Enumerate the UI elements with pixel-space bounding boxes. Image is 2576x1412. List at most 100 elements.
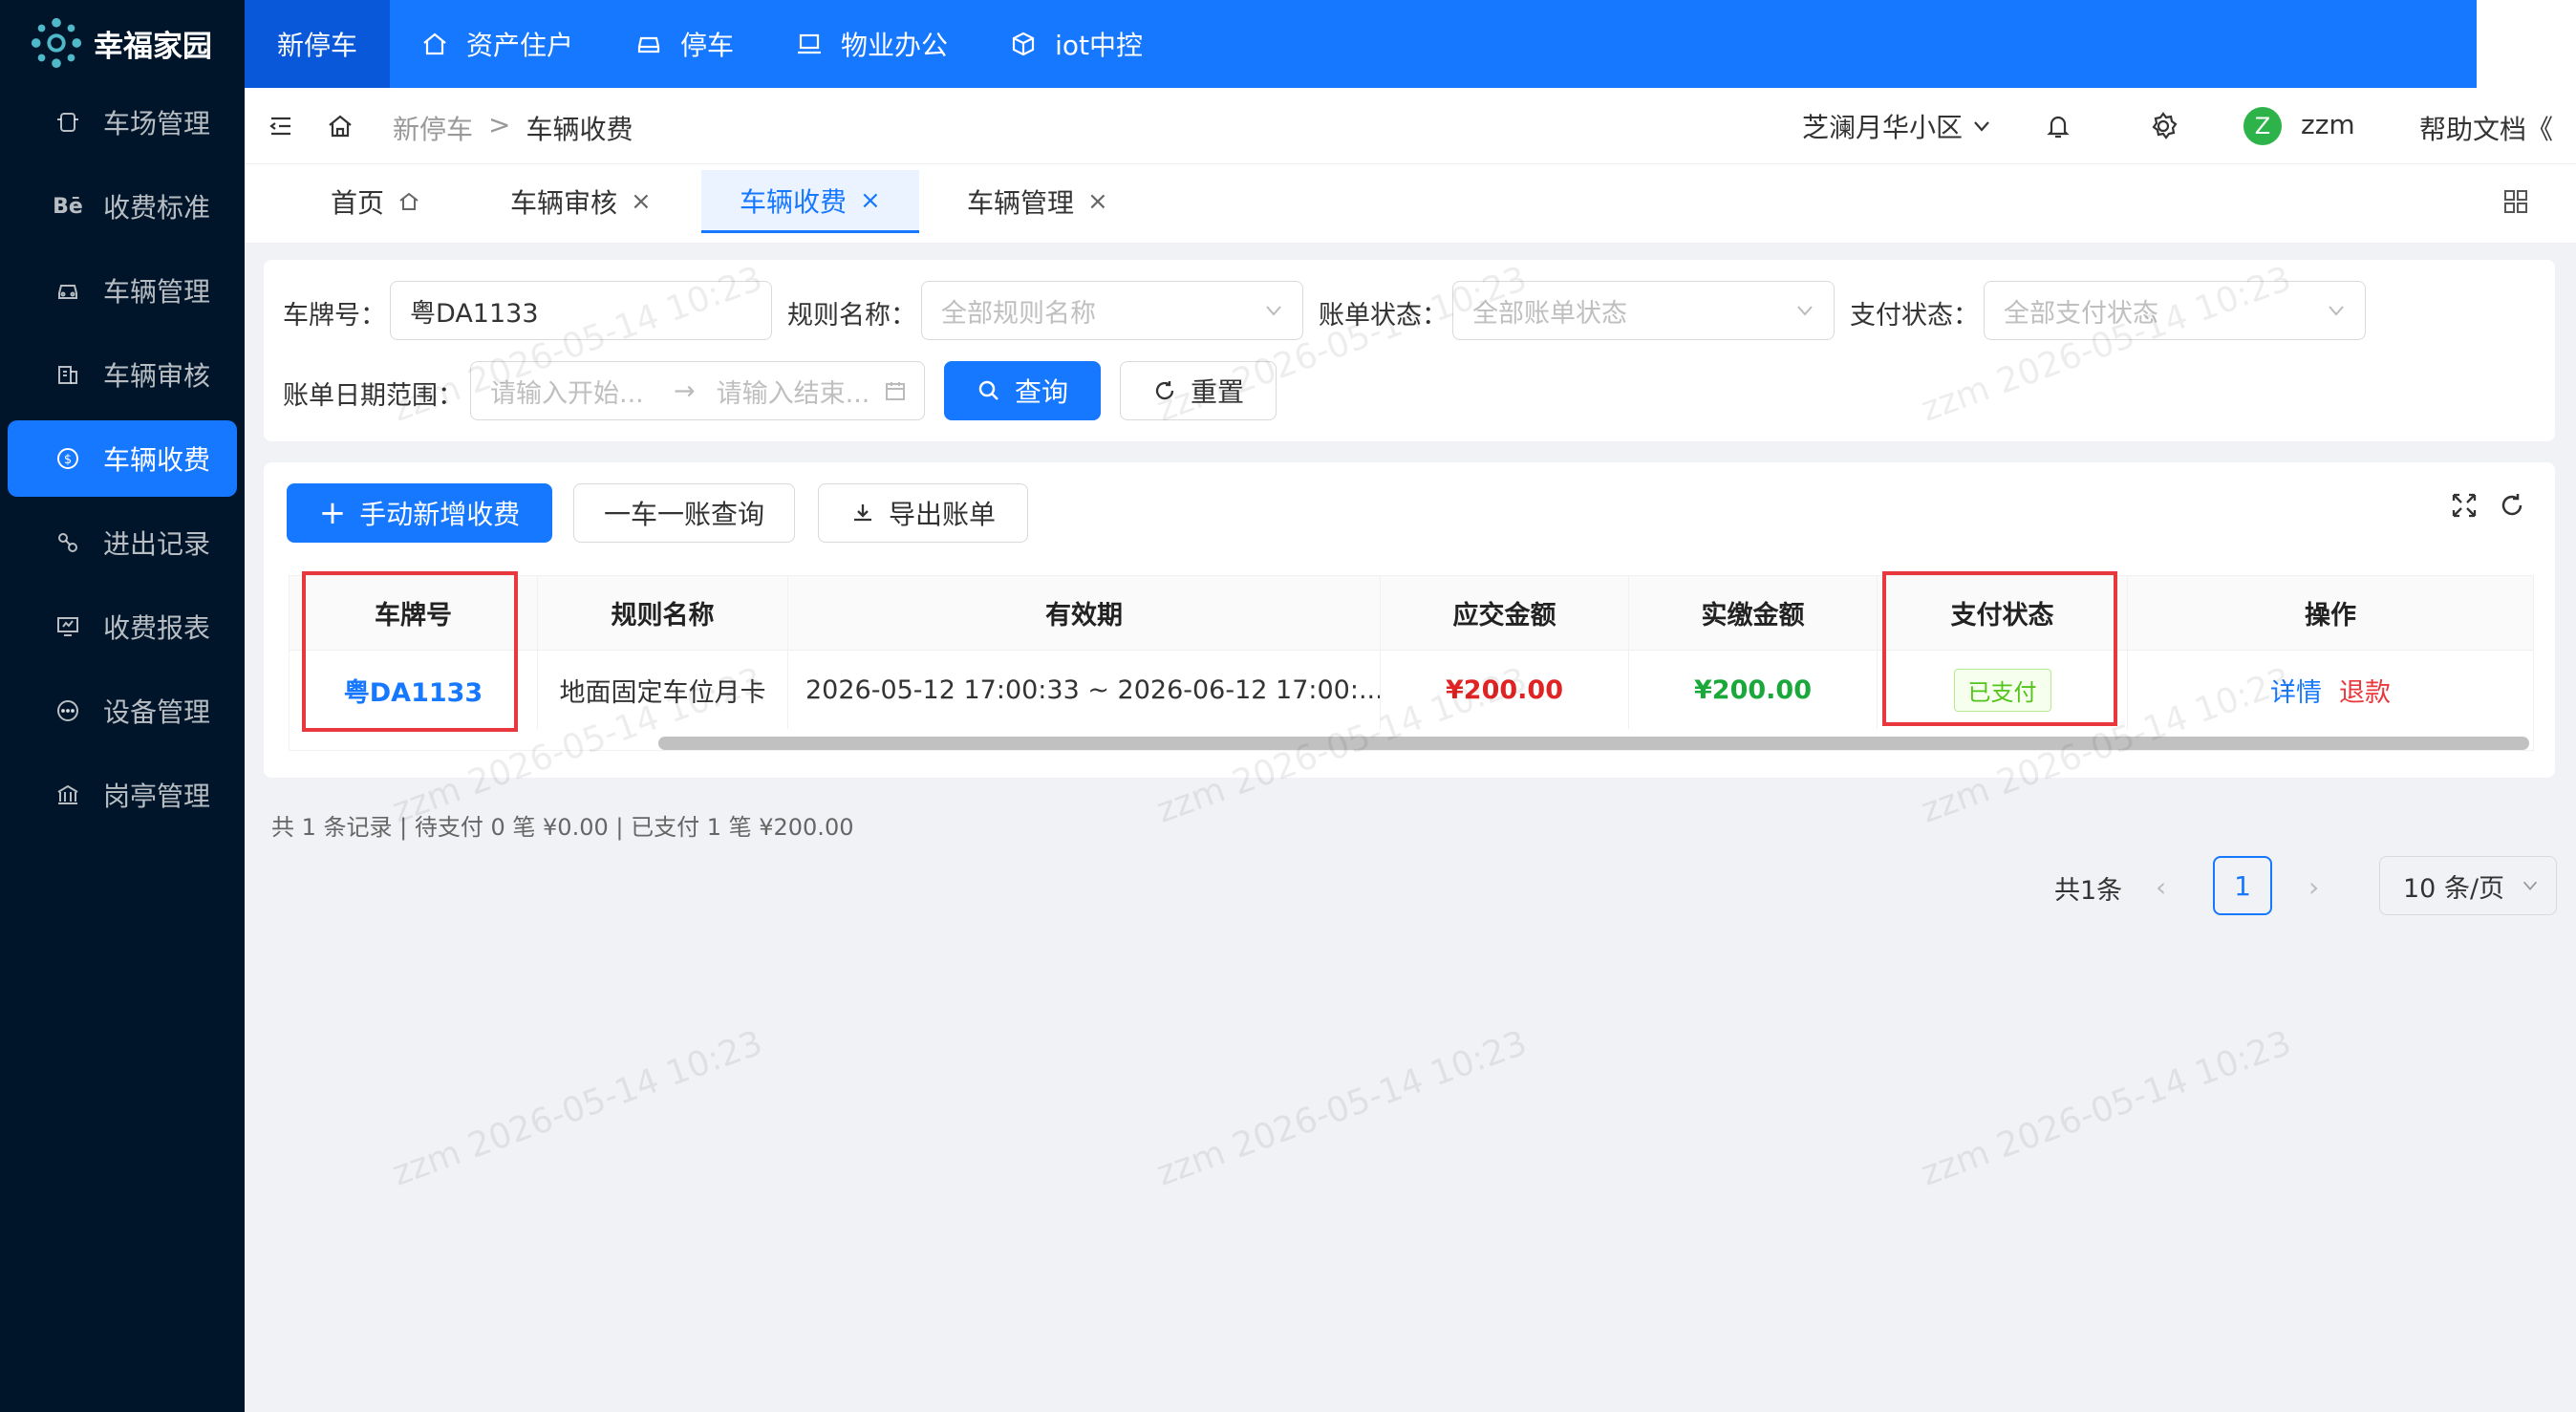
refresh-icon[interactable] [2498, 491, 2526, 524]
reload-icon [1155, 381, 1174, 400]
search-icon [978, 380, 998, 400]
device-icon [54, 696, 82, 725]
topnav-iot-control[interactable]: iot中控 [978, 0, 1173, 88]
col-header-period: 有效期 [788, 576, 1381, 651]
breadcrumb-parent[interactable]: 新停车 [393, 109, 473, 147]
app-logo: 幸福家园 [0, 0, 245, 86]
watermark: zzm 2026-05-14 10:23 [1916, 1023, 2297, 1194]
plate-input[interactable]: 粤DA1133 [390, 281, 772, 340]
date-range-picker[interactable]: 请输入开始... → 请输入结束... [470, 361, 925, 420]
date-start-input[interactable]: 请输入开始... [490, 373, 653, 410]
cell-paid-amount: ¥200.00 [1629, 651, 1878, 729]
plus-icon: + [318, 494, 347, 532]
fullscreen-icon[interactable] [2450, 491, 2479, 524]
export-bills-button[interactable]: 导出账单 [818, 483, 1028, 543]
sidebar-item-parking-lot[interactable]: 车场管理 [8, 84, 237, 160]
download-icon [853, 504, 871, 522]
sidebar-item-fee-report[interactable]: 收费报表 [8, 588, 237, 665]
filter-card: 车牌号： 粤DA1133 规则名称： 全部规则名称 账单状态： 全部账单状态 支… [264, 260, 2555, 441]
refund-link[interactable]: 退款 [2339, 672, 2391, 709]
app-title: 幸福家园 [94, 29, 212, 64]
help-docs-link[interactable]: 帮助文档《 [2419, 109, 2553, 147]
gear-icon[interactable] [2146, 109, 2180, 143]
pagination-total: 共1条 [2054, 876, 2123, 906]
tab-vehicle-audit[interactable]: 车辆审核 × [510, 170, 652, 233]
chevron-down-icon [1974, 121, 1989, 132]
logo-icon [31, 17, 82, 69]
cell-period: 2026-05-12 17:00:33 ~ 2026-06-12 17:00:.… [788, 651, 1381, 729]
tab-vehicle-billing[interactable]: 车辆收费 × [701, 170, 919, 233]
bell-icon[interactable] [2041, 109, 2075, 143]
col-header-paid: 实缴金额 [1629, 576, 1878, 651]
close-icon[interactable]: × [860, 186, 881, 215]
page-size-select[interactable]: 10 条/页 [2379, 856, 2557, 915]
topnav-parking[interactable]: 停车 [604, 0, 764, 88]
col-header-actions: 操作 [2128, 576, 2533, 651]
tab-vehicle-management[interactable]: 车辆管理 × [967, 170, 1108, 233]
avatar[interactable]: Z [2243, 107, 2282, 145]
sidebar-item-vehicle-management[interactable]: 车辆管理 [8, 252, 237, 329]
top-right-blank [2477, 0, 2576, 88]
query-button[interactable]: 查询 [944, 361, 1101, 420]
chevron-down-icon [2329, 306, 2344, 316]
community-selector[interactable]: 芝澜月华小区 [1802, 107, 1993, 145]
rule-select[interactable]: 全部规则名称 [921, 281, 1303, 340]
sidebar-item-access-records[interactable]: 进出记录 [8, 504, 237, 581]
chevron-down-icon [2522, 881, 2538, 891]
tab-bar: 首页 车辆审核 × 车辆收费 × 车辆管理 × [245, 164, 2576, 243]
username[interactable]: zzm [2301, 109, 2355, 140]
menu-fold-icon[interactable] [264, 109, 298, 143]
home-icon [423, 32, 446, 55]
add-fee-button[interactable]: + 手动新增收费 [287, 483, 552, 543]
bill-status-label: 账单状态： [1319, 301, 1448, 331]
sidebar-item-vehicle-billing[interactable]: $ 车辆收费 [8, 420, 237, 497]
sidebar: 幸福家园 车场管理 Bē 收费标准 车辆管理 车辆审核 $ 车辆收费 进出记录 … [0, 0, 245, 1412]
date-end-input[interactable]: 请输入结束... [717, 373, 879, 410]
svg-text:$: $ [64, 453, 72, 467]
dollar-circle-icon: $ [54, 444, 82, 473]
topnav-new-parking[interactable]: 新停车 [245, 0, 391, 88]
topnav-property-office[interactable]: 物业办公 [764, 0, 978, 88]
cell-rule: 地面固定车位月卡 [538, 651, 788, 729]
col-header-due: 应交金额 [1381, 576, 1629, 651]
arrow-right-icon: → [674, 375, 696, 406]
chevron-down-icon [1797, 306, 1813, 316]
report-icon [54, 612, 82, 641]
breadcrumb-current: 车辆收费 [526, 114, 633, 145]
pay-status-label: 支付状态： [1850, 301, 1979, 331]
sidebar-item-vehicle-audit[interactable]: 车辆审核 [8, 336, 237, 413]
header-bar: 新停车 > 车辆收费 芝澜月华小区 Z zzm 帮助文档《 [245, 88, 2576, 164]
tab-home[interactable]: 首页 [331, 170, 420, 233]
next-page-icon[interactable]: › [2308, 871, 2319, 903]
audit-icon [54, 360, 82, 389]
highlight-plate-column [302, 571, 518, 732]
watermark: zzm 2026-05-14 10:23 [1151, 1023, 1533, 1194]
sidebar-item-booth-management[interactable]: 岗亭管理 [8, 757, 237, 833]
col-header-rule: 规则名称 [538, 576, 788, 651]
cube-icon [1012, 32, 1035, 56]
topnav-assets-residents[interactable]: 资产住户 [390, 0, 604, 88]
sidebar-item-fee-standard[interactable]: Bē 收费标准 [8, 168, 237, 245]
highlight-status-column [1882, 571, 2117, 726]
car-icon [637, 36, 660, 53]
bill-status-select[interactable]: 全部账单状态 [1452, 281, 1835, 340]
close-icon[interactable]: × [631, 187, 652, 216]
grid-icon[interactable] [2501, 170, 2530, 233]
detail-link[interactable]: 详情 [2270, 672, 2322, 709]
pay-status-select[interactable]: 全部支付状态 [1984, 281, 2366, 340]
close-icon[interactable]: × [1087, 187, 1108, 216]
pagination-page-1[interactable]: 1 [2213, 856, 2272, 915]
reset-button[interactable]: 重置 [1120, 361, 1277, 420]
horizontal-scrollbar[interactable] [658, 737, 2529, 750]
sidebar-item-device-management[interactable]: 设备管理 [8, 673, 237, 749]
laptop-icon [798, 33, 822, 54]
plate-label: 车牌号： [283, 301, 386, 331]
record-icon [54, 528, 82, 557]
calendar-icon [886, 382, 905, 400]
rule-label: 规则名称： [787, 301, 916, 331]
cell-due-amount: ¥200.00 [1381, 651, 1629, 729]
single-car-query-button[interactable]: 一车一账查询 [573, 483, 795, 543]
breadcrumb: 新停车 > 车辆收费 [393, 109, 633, 147]
prev-page-icon[interactable]: ‹ [2156, 871, 2166, 903]
home-icon[interactable] [323, 109, 357, 143]
